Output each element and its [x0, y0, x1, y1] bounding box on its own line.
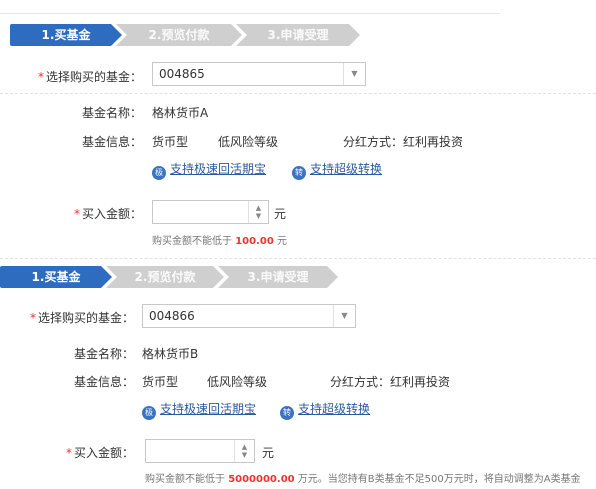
- fund-type: 货币型: [152, 135, 189, 149]
- fund-name: 格林货币A: [152, 106, 209, 120]
- fund-select[interactable]: 004866 ▼: [142, 304, 356, 328]
- convert-icon: 转: [280, 406, 294, 420]
- top-divider: [0, 13, 500, 14]
- step-bar: 1.买基金 2.预览付款 3.申请受理: [10, 24, 360, 46]
- convert-icon: 转: [292, 166, 306, 180]
- fast-redeem-icon: 极: [142, 406, 156, 420]
- dividend-method: 分红方式：红利再投资: [343, 135, 464, 149]
- fund-select-label: * 选择购买的基金：: [29, 311, 134, 325]
- dividend-method: 分红方式：红利再投资: [330, 375, 451, 389]
- fund-code: 004866: [149, 309, 195, 323]
- amount-unit: 元: [274, 207, 287, 221]
- feature-super-convert[interactable]: 转支持超级转换: [292, 160, 382, 180]
- stepper-icon[interactable]: ▲ ▼: [234, 440, 254, 462]
- step-apply-accepted: 3.申请受理: [218, 266, 338, 288]
- panel-divider: [0, 258, 596, 259]
- purchase-panel-a: 1.买基金 2.预览付款 3.申请受理 * 选择购买的基金： 004865 ▼ 基…: [0, 0, 596, 250]
- min-amount-hint: 购买金额不能低于 5000000.00 万元。当您持有B类基金不足500万元时，…: [145, 474, 581, 485]
- fund-name: 格林货币B: [142, 347, 199, 361]
- fund-name-label: 基金名称：: [81, 106, 142, 120]
- step-buy-fund: 1.买基金: [0, 266, 112, 288]
- risk-level: 低风险等级: [207, 375, 268, 389]
- amount-input[interactable]: ▲ ▼: [145, 439, 255, 463]
- fund-info-label: 基金信息：: [81, 135, 142, 149]
- step-bar: 1.买基金 2.预览付款 3.申请受理: [0, 266, 338, 288]
- purchase-panel-b: 1.买基金 2.预览付款 3.申请受理 * 选择购买的基金： 004866 ▼ 基…: [0, 258, 596, 489]
- amount-label: * 买入金额：: [73, 207, 142, 221]
- fund-code: 004865: [159, 67, 205, 81]
- fund-select-label: * 选择购买的基金：: [37, 70, 142, 84]
- feature-fast-redeem[interactable]: 极支持极速回活期宝: [142, 400, 256, 420]
- amount-input[interactable]: ▲ ▼: [152, 200, 269, 224]
- chevron-down-icon[interactable]: ▼: [343, 63, 365, 85]
- fund-select[interactable]: 004865 ▼: [152, 62, 366, 86]
- amount-label: * 买入金额：: [65, 446, 134, 460]
- fund-name-label: 基金名称：: [73, 347, 134, 361]
- feature-super-convert[interactable]: 转支持超级转换: [280, 400, 370, 420]
- step-preview-pay: 2.预览付款: [106, 266, 224, 288]
- risk-level: 低风险等级: [218, 135, 279, 149]
- step-buy-fund: 1.买基金: [10, 24, 122, 46]
- feature-fast-redeem[interactable]: 极支持极速回活期宝: [152, 160, 266, 180]
- min-amount-hint: 购买金额不能低于 100.00 元: [152, 236, 287, 247]
- required-mark: *: [37, 70, 44, 84]
- step-apply-accepted: 3.申请受理: [236, 24, 360, 46]
- min-amount: 5000000.00: [228, 474, 295, 485]
- min-amount: 100.00: [235, 236, 274, 247]
- stepper-icon[interactable]: ▲ ▼: [248, 201, 268, 223]
- amount-unit: 元: [262, 446, 275, 460]
- fast-redeem-icon: 极: [152, 166, 166, 180]
- step-preview-pay: 2.预览付款: [116, 24, 242, 46]
- section-divider: [0, 93, 596, 94]
- fund-type: 货币型: [142, 375, 179, 389]
- chevron-down-icon[interactable]: ▼: [333, 305, 355, 327]
- fund-info-label: 基金信息：: [73, 375, 134, 389]
